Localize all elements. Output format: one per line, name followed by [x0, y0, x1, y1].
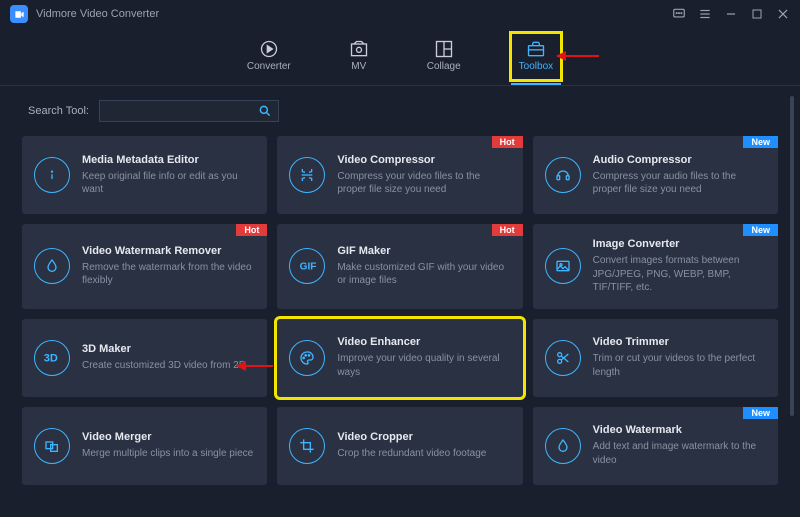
tab-toolbox[interactable]: Toolbox	[513, 35, 559, 78]
tab-collage[interactable]: Collage	[421, 35, 467, 78]
toolbox-icon	[526, 39, 546, 59]
palette-icon	[289, 340, 325, 376]
tab-label: Collage	[427, 61, 461, 72]
badge-new: New	[743, 224, 778, 236]
badge-new: New	[743, 407, 778, 419]
badge-hot: Hot	[492, 224, 523, 236]
tool-desc: Add text and image watermark to the vide…	[593, 440, 764, 467]
svg-text:3D: 3D	[44, 352, 58, 364]
tool-desc: Make customized GIF with your video or i…	[337, 261, 508, 288]
mv-icon	[349, 39, 369, 59]
tool-video-watermark[interactable]: Video Watermark Add text and image waterm…	[533, 407, 778, 485]
tool-media-metadata-editor[interactable]: Media Metadata Editor Keep original file …	[22, 136, 267, 214]
drop-icon	[34, 248, 70, 284]
image-icon	[545, 248, 581, 284]
tab-mv[interactable]: MV	[343, 35, 375, 78]
close-icon[interactable]	[776, 7, 790, 21]
tool-desc: Compress your audio files to the proper …	[593, 170, 764, 197]
audio-icon	[545, 157, 581, 193]
tools-grid: Media Metadata Editor Keep original file …	[22, 136, 778, 485]
3d-icon: 3D	[34, 340, 70, 376]
tool-3d-maker[interactable]: 3D 3D Maker Create customized 3D video fro…	[22, 319, 267, 397]
tool-title: Video Trimmer	[593, 336, 764, 348]
tool-title: Media Metadata Editor	[82, 154, 253, 166]
search-input[interactable]	[106, 105, 258, 117]
tool-video-compressor[interactable]: Video Compressor Compress your video file…	[277, 136, 522, 214]
tool-title: Video Watermark	[593, 424, 764, 436]
tool-title: Video Merger	[82, 431, 253, 443]
arrow-to-toolbox	[557, 55, 599, 57]
tool-desc: Improve your video quality in several wa…	[337, 352, 508, 379]
search-icon[interactable]	[258, 104, 272, 118]
drop-icon	[545, 428, 581, 464]
tool-video-enhancer[interactable]: Video Enhancer Improve your video quality…	[277, 319, 522, 397]
tool-title: 3D Maker	[82, 343, 253, 355]
tool-gif-maker[interactable]: GIF GIF Maker Make customized GIF with you…	[277, 224, 522, 309]
converter-icon	[259, 39, 279, 59]
tool-title: Video Watermark Remover	[82, 245, 253, 257]
tool-desc: Create customized 3D video from 2D	[82, 359, 253, 373]
badge-new: New	[743, 136, 778, 148]
search-label: Search Tool:	[28, 105, 89, 117]
tool-video-cropper[interactable]: Video Cropper Crop the redundant video fo…	[277, 407, 522, 485]
feedback-icon[interactable]	[672, 7, 686, 21]
tool-title: Audio Compressor	[593, 154, 764, 166]
tool-audio-compressor[interactable]: Audio Compressor Compress your audio file…	[533, 136, 778, 214]
tab-label: MV	[351, 61, 366, 72]
tab-converter[interactable]: Converter	[241, 35, 297, 78]
crop-icon	[289, 428, 325, 464]
tool-title: Video Cropper	[337, 431, 508, 443]
tool-video-watermark-remover[interactable]: Video Watermark Remover Remove the waterm…	[22, 224, 267, 309]
svg-text:GIF: GIF	[300, 262, 317, 273]
tool-title: Video Compressor	[337, 154, 508, 166]
titlebar: Vidmore Video Converter	[0, 0, 800, 28]
tool-desc: Trim or cut your videos to the perfect l…	[593, 352, 764, 379]
app-logo-icon	[10, 5, 28, 23]
collage-icon	[434, 39, 454, 59]
tool-desc: Compress your video files to the proper …	[337, 170, 508, 197]
info-icon	[34, 157, 70, 193]
tool-desc: Convert images formats between JPG/JPEG,…	[593, 254, 764, 295]
search-box[interactable]	[99, 100, 279, 122]
tool-video-merger[interactable]: Video Merger Merge multiple clips into a …	[22, 407, 267, 485]
menu-icon[interactable]	[698, 7, 712, 21]
scissors-icon	[545, 340, 581, 376]
merge-icon	[34, 428, 70, 464]
tool-desc: Keep original file info or edit as you w…	[82, 170, 253, 197]
tool-desc: Merge multiple clips into a single piece	[82, 447, 253, 461]
main-nav: Converter MV Collage Toolbox	[0, 28, 800, 86]
gif-icon: GIF	[289, 248, 325, 284]
minimize-icon[interactable]	[724, 7, 738, 21]
tab-label: Converter	[247, 61, 291, 72]
tab-label: Toolbox	[519, 61, 553, 72]
tool-title: GIF Maker	[337, 245, 508, 257]
scrollbar[interactable]	[790, 96, 794, 416]
badge-hot: Hot	[236, 224, 267, 236]
compress-icon	[289, 157, 325, 193]
tool-title: Image Converter	[593, 238, 764, 250]
tool-desc: Remove the watermark from the video flex…	[82, 261, 253, 288]
tool-desc: Crop the redundant video footage	[337, 447, 508, 461]
tool-image-converter[interactable]: Image Converter Convert images formats be…	[533, 224, 778, 309]
badge-hot: Hot	[492, 136, 523, 148]
tool-title: Video Enhancer	[337, 336, 508, 348]
app-title: Vidmore Video Converter	[36, 8, 159, 20]
maximize-icon[interactable]	[750, 7, 764, 21]
tool-video-trimmer[interactable]: Video Trimmer Trim or cut your videos to …	[533, 319, 778, 397]
arrow-to-video-enhancer	[237, 365, 273, 367]
